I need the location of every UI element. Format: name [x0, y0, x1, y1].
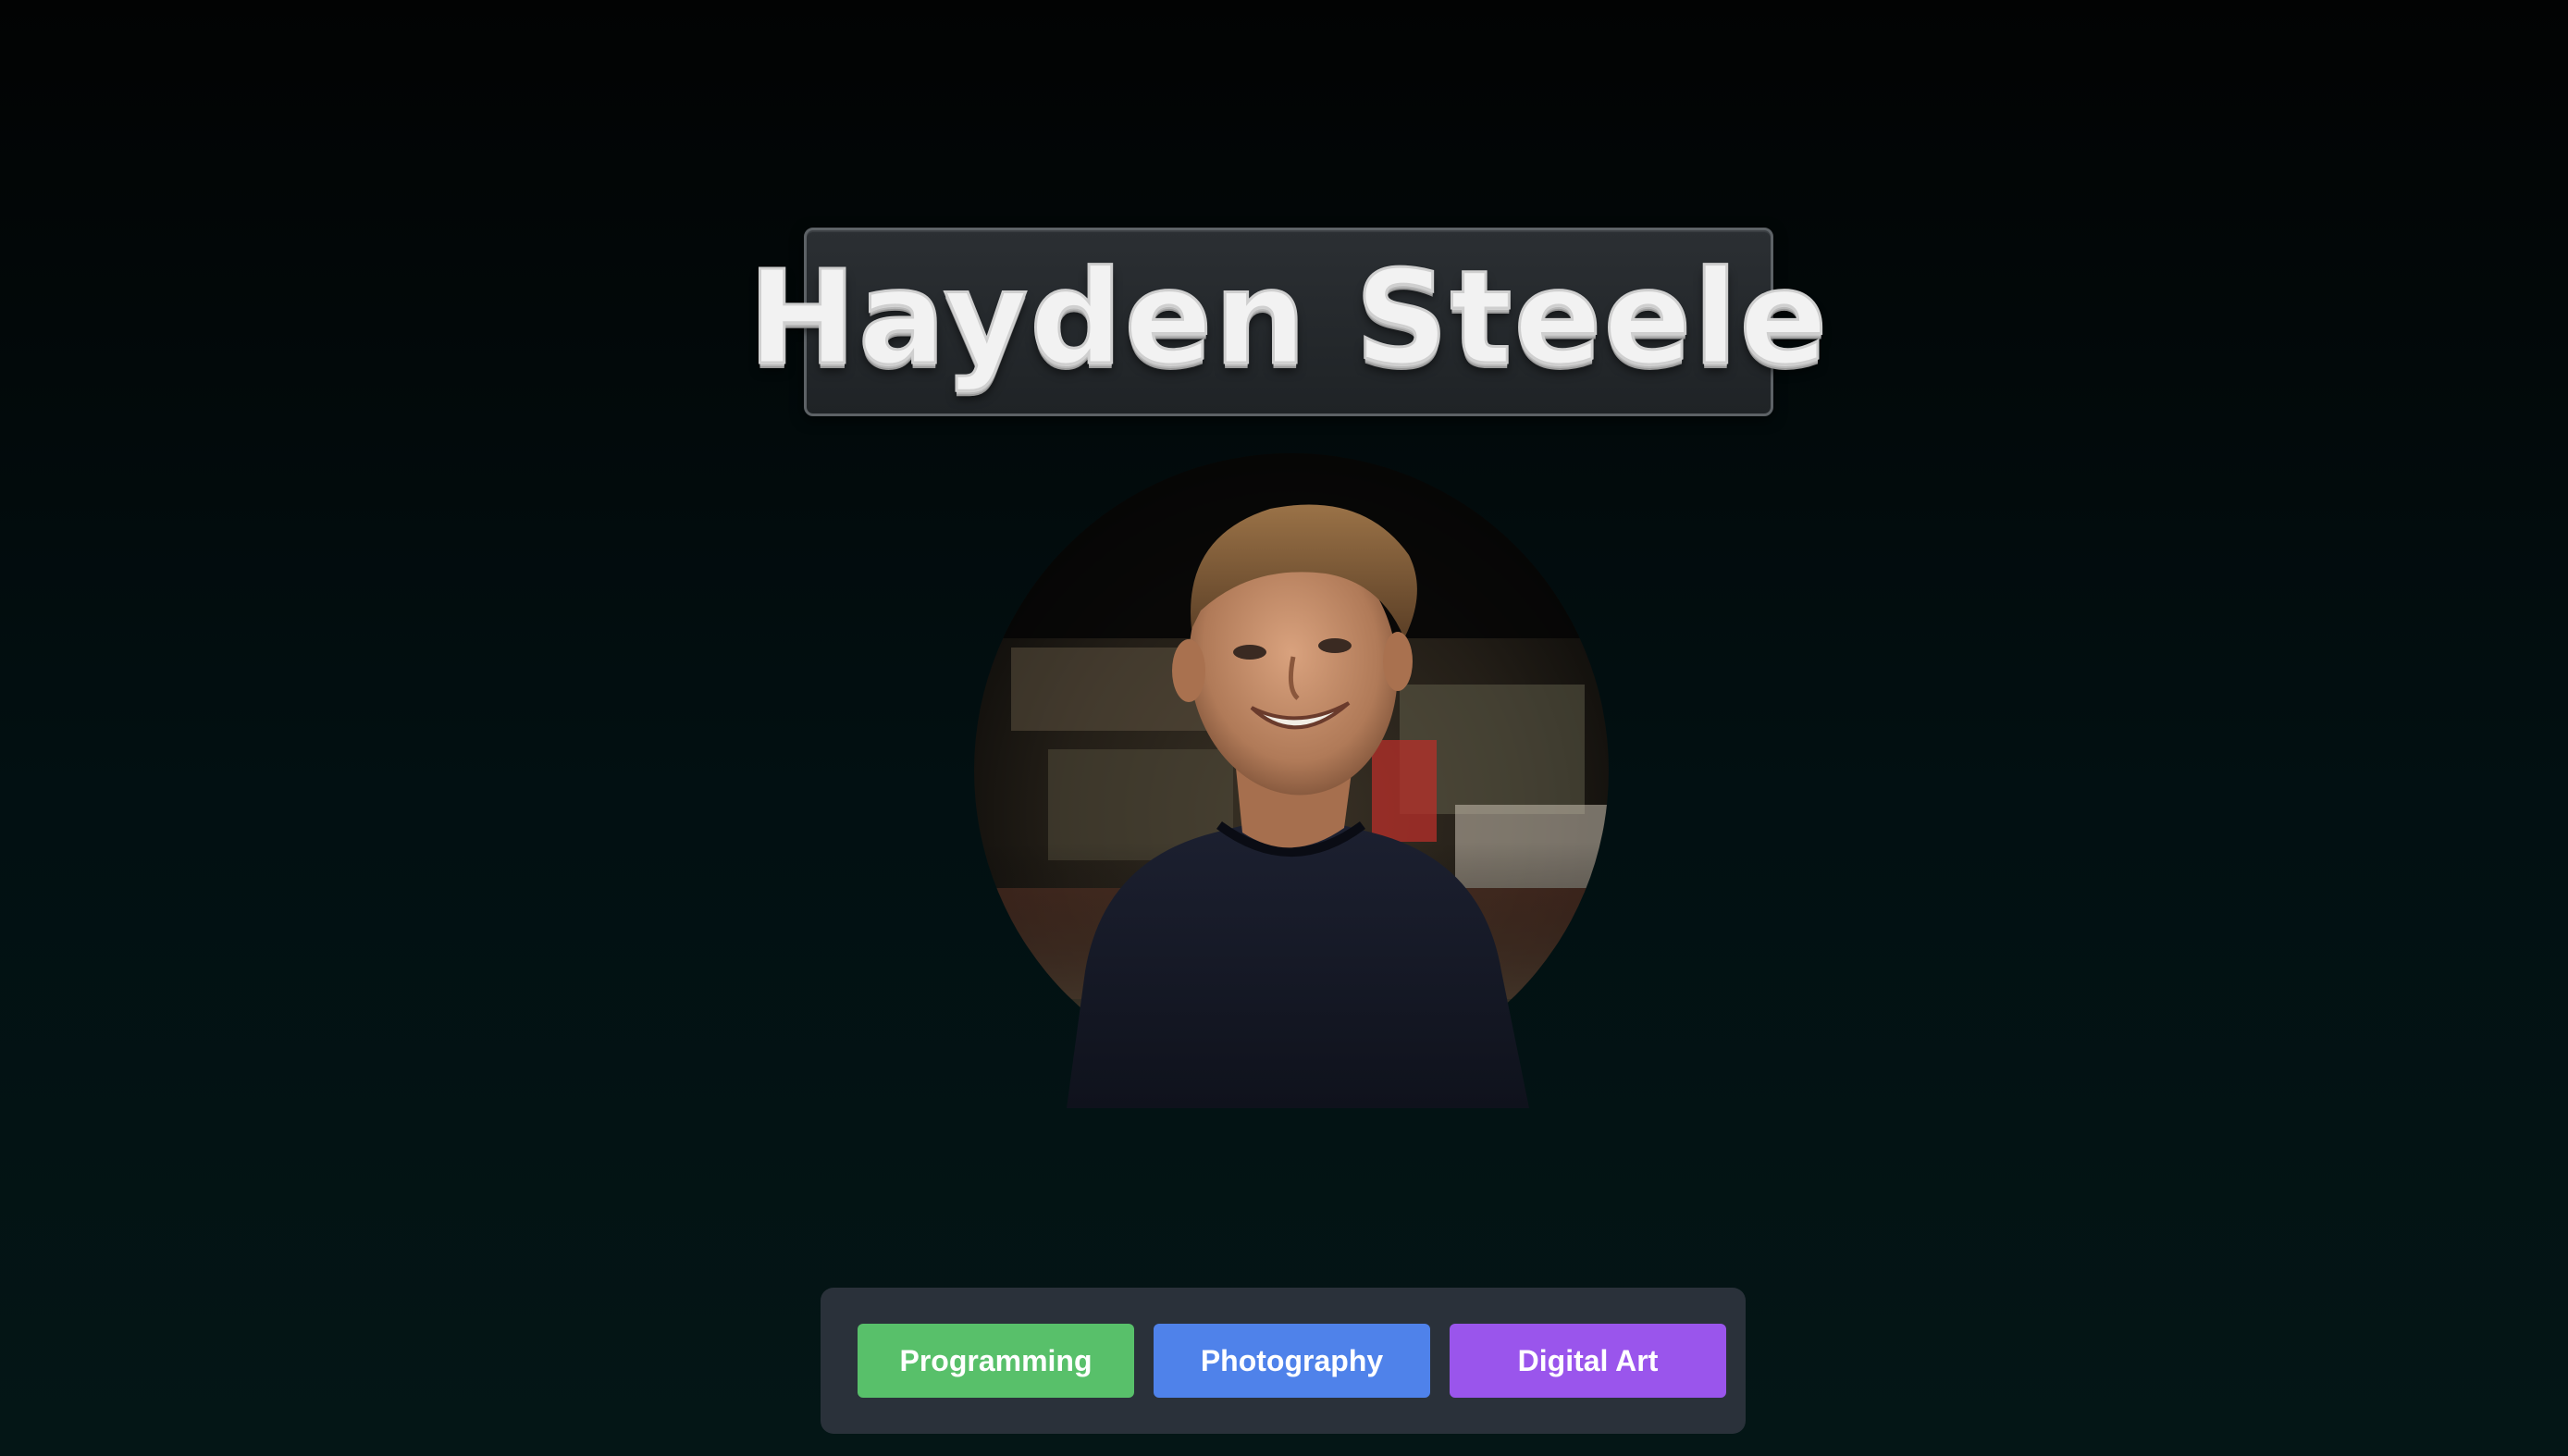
category-nav: Programming Photography Digital Art [821, 1288, 1746, 1434]
digital-art-button[interactable]: Digital Art [1450, 1324, 1726, 1398]
page-title: Hayden Steele [747, 243, 1830, 394]
programming-button[interactable]: Programming [858, 1324, 1134, 1398]
photography-button[interactable]: Photography [1154, 1324, 1430, 1398]
name-banner: Hayden Steele [747, 228, 1829, 416]
profile-photo [974, 453, 1609, 1108]
